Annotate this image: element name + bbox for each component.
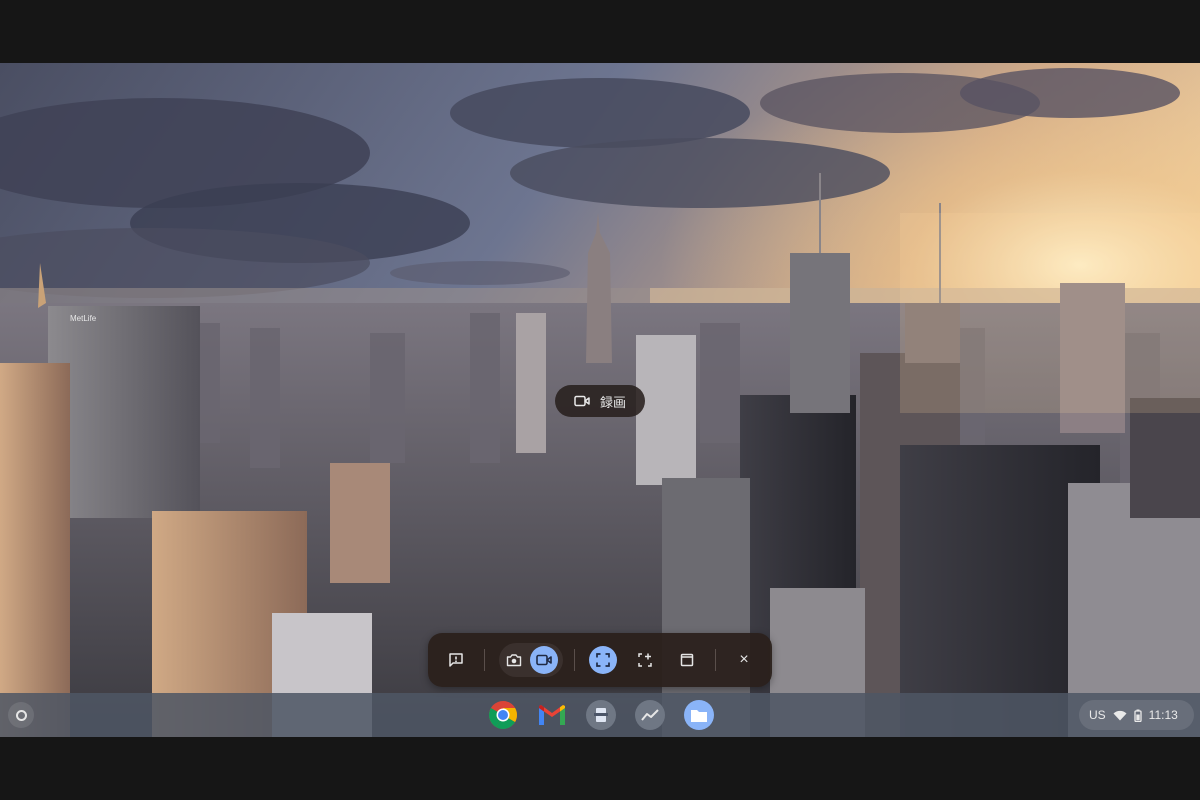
launcher-button[interactable] xyxy=(8,702,34,728)
screen-record-mode-button[interactable] xyxy=(530,646,558,674)
folder-icon xyxy=(691,709,707,722)
chrome-icon xyxy=(489,701,517,729)
capture-mode-toolbar: × xyxy=(428,633,772,687)
videocam-icon xyxy=(574,395,590,407)
scanner-icon xyxy=(594,708,608,722)
toolbar-divider xyxy=(715,649,716,671)
partial-capture-button[interactable] xyxy=(631,646,659,674)
trend-icon xyxy=(641,709,659,721)
fullscreen-icon xyxy=(596,653,610,667)
crop-add-icon xyxy=(638,653,652,667)
shelf-app-chrome[interactable] xyxy=(488,700,518,730)
shelf: US 11:13 xyxy=(0,693,1200,737)
shelf-app-files[interactable] xyxy=(684,700,714,730)
wifi-icon xyxy=(1113,710,1127,720)
ime-indicator: US xyxy=(1089,708,1106,722)
status-tray[interactable]: US 11:13 xyxy=(1079,700,1194,730)
shelf-app-scanner[interactable] xyxy=(586,700,616,730)
recording-indicator: 録画 xyxy=(555,385,645,417)
toolbar-divider xyxy=(574,649,575,671)
shelf-app-stats[interactable] xyxy=(635,700,665,730)
screenshot-mode-button[interactable] xyxy=(500,646,528,674)
window-icon xyxy=(680,653,694,667)
toolbar-divider xyxy=(484,649,485,671)
close-icon: × xyxy=(739,651,749,668)
recording-label: 録画 xyxy=(599,394,626,410)
gmail-icon xyxy=(539,705,565,725)
desktop-screen: MetLife 録画 × US 11:13 xyxy=(0,63,1200,737)
battery-icon xyxy=(1134,709,1142,722)
shelf-app-gmail[interactable] xyxy=(537,700,567,730)
feedback-button[interactable] xyxy=(442,646,470,674)
launcher-icon xyxy=(15,709,27,721)
videocam-icon xyxy=(536,654,552,666)
bottom-letterbox xyxy=(0,737,1200,800)
full-screen-capture-button[interactable] xyxy=(589,646,617,674)
top-letterbox xyxy=(0,0,1200,63)
window-capture-button[interactable] xyxy=(673,646,701,674)
camera-icon xyxy=(506,654,522,667)
close-capture-button[interactable]: × xyxy=(730,646,758,674)
svg-text:MetLife: MetLife xyxy=(70,314,97,323)
clock: 11:13 xyxy=(1148,708,1178,722)
feedback-icon xyxy=(449,653,463,667)
